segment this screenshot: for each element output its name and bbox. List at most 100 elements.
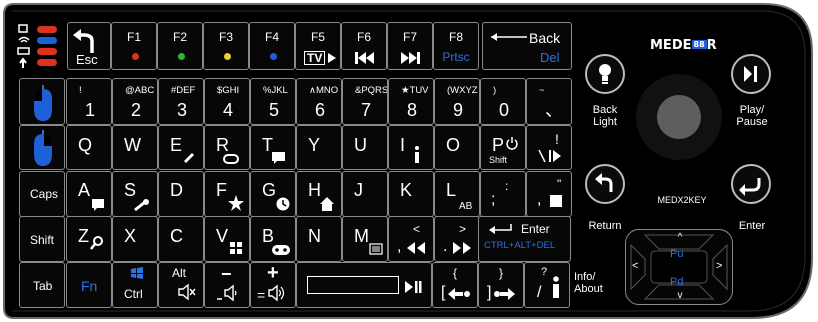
rewind-icon [407,242,425,254]
letter-key[interactable]: K [388,171,434,217]
f3-key[interactable]: F3 [203,22,249,70]
volume-up-icon [268,284,285,302]
key-main-label: P [492,135,505,155]
trackpad[interactable] [636,74,722,160]
left-mouse-key[interactable] [19,78,65,125]
number-key[interactable]: ∧MNO 6 [296,78,342,125]
letter-key[interactable]: E [158,125,204,170]
brand-suffix: R [706,38,717,53]
gamepad-icon [272,245,290,255]
trackpad-center[interactable] [657,95,701,139]
f8-key[interactable]: F8 Prtsc [433,22,479,70]
back-light-button[interactable] [585,54,625,94]
letter-key[interactable]: U [342,125,388,170]
letter-key[interactable]: L AB [434,171,480,217]
color-dot-icon [132,53,139,60]
letter-key[interactable]: S [112,171,158,217]
page-down-label[interactable]: Pd [670,276,683,288]
caps-key[interactable]: Caps [19,171,65,217]
ctrl-key[interactable]: Ctrl [112,262,158,308]
ctrl-label: Ctrl [124,287,143,301]
letter-key[interactable]: N [296,216,342,262]
letter-key[interactable]: . > [434,216,480,262]
esc-key[interactable]: Esc [67,22,111,70]
letter-key[interactable]: O [434,125,480,170]
letter-key[interactable]: R [204,125,250,170]
star-icon [228,195,244,211]
key-main-label: C [170,226,183,246]
indicator-light [37,37,57,44]
dpad-up[interactable]: ^ [672,232,688,244]
letter-key[interactable]: X [112,216,158,262]
f6-key[interactable]: F6 [341,22,387,70]
back-key[interactable]: Back Del [482,22,572,70]
key-main-label: I [400,135,406,155]
tab-key[interactable]: Tab [19,262,65,308]
letter-key[interactable]: P Shift [480,125,526,170]
letter-key[interactable]: A [66,171,112,217]
letter-key[interactable]: ! [526,125,572,170]
shift-key[interactable]: Shift [19,216,65,262]
letter-key[interactable]: C [158,216,204,262]
volume-up-key[interactable]: + = [250,262,296,308]
number-key[interactable]: ) 0 [480,78,526,125]
key-main-label: V [216,226,229,246]
f7-key[interactable]: F7 [387,22,433,70]
number-key[interactable]: ! 1 [66,78,112,125]
letter-key[interactable]: Y [296,125,342,170]
f5-key[interactable]: F5 TV [295,22,341,70]
number-key[interactable]: ★TUV 8 [388,78,434,125]
letter-key[interactable]: , < [388,216,434,262]
number-key[interactable]: %JKL 5 [250,78,296,125]
letter-key[interactable]: H [296,171,342,217]
brace-open-key[interactable]: { [ [432,262,478,308]
number-key[interactable]: @ABC 2 [112,78,158,125]
space-key[interactable] [296,262,432,308]
esc-label: Esc [76,52,98,67]
back-light-label: Back Light [592,104,618,128]
letter-key[interactable]: ;: [480,171,526,217]
brace-close-key[interactable]: } ] [478,262,524,308]
number-key[interactable]: &PQRS 7 [342,78,388,125]
letter-key[interactable]: T [250,125,296,170]
letter-key[interactable]: Z [66,216,112,262]
page-up-label[interactable]: Pu [670,248,683,260]
right-mouse-key[interactable] [19,125,65,170]
volume-down-icon [217,284,237,302]
pencil-icon [184,153,194,163]
dpad-right[interactable]: > [716,260,728,274]
letter-key[interactable]: G [250,171,296,217]
number-key[interactable]: ~、 [526,78,572,125]
alt-key[interactable]: Alt [158,262,204,308]
letter-key[interactable]: W [112,125,158,170]
play-pause-button[interactable] [731,54,771,94]
number-key[interactable]: (WXYZ 9 [434,78,480,125]
key-main-label: Q [78,135,93,155]
letter-key[interactable]: D [158,171,204,217]
volume-down-key[interactable]: − [204,262,250,308]
f4-key[interactable]: F4 [249,22,295,70]
enter-key[interactable]: Enter CTRL+ALT+DEL [478,216,571,262]
letter-key[interactable]: , " [526,171,572,217]
quote-label: " [557,177,562,191]
key-main-label: , [537,191,542,208]
number-key[interactable]: #DEF 3 [158,78,204,125]
return-button[interactable] [585,164,625,204]
letter-key[interactable]: I [388,125,434,170]
dpad-down[interactable]: v [672,290,688,302]
letter-key[interactable]: Q [66,125,112,170]
question-key[interactable]: ? / [524,262,570,308]
f5-label: F5 [310,30,325,44]
enter-button[interactable] [731,164,771,204]
fn-key[interactable]: Fn [66,262,112,308]
f1-key[interactable]: F1 [111,22,157,70]
letter-key[interactable]: F [204,171,250,217]
letter-key[interactable]: V [204,216,250,262]
f2-key[interactable]: F2 [157,22,203,70]
l-sub-label: AB [459,201,473,212]
letter-key[interactable]: M [342,216,388,262]
number-key[interactable]: $GHI 4 [204,78,250,125]
letter-key[interactable]: B [250,216,296,262]
dpad-left[interactable]: < [632,260,644,274]
letter-key[interactable]: J [342,171,388,217]
